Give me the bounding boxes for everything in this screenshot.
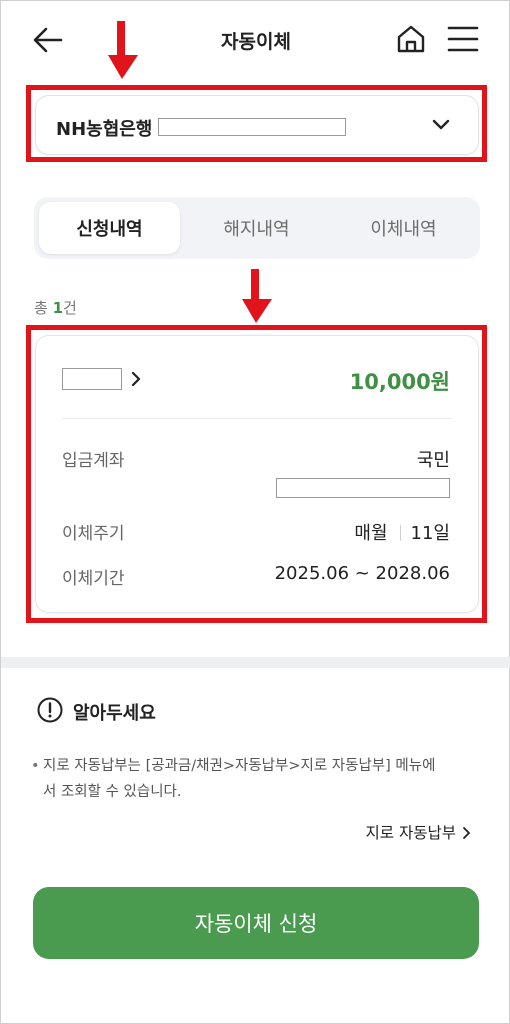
home-icon[interactable]: [395, 23, 427, 55]
notice-text-line2: 서 조회할 수 있습니다.: [43, 784, 182, 800]
deposit-bank-value: 국민: [416, 450, 450, 471]
app-header: 자동이체: [1, 1, 510, 81]
tab-cancellations[interactable]: 해지내역: [186, 202, 327, 254]
transfer-card[interactable]: 10,000원 입금계좌 국민 이체주기 매월 11일 이체기간 2025.06 …: [35, 335, 479, 613]
notice-text: • 지로 자동납부는 [공과금/채권>자동납부>지로 자동납부] 메뉴에 서 조…: [31, 753, 485, 805]
red-arrow-indicator: [108, 21, 138, 79]
total-count-number: 1: [52, 299, 64, 317]
transfer-cycle-label: 이체주기: [62, 524, 125, 544]
transfer-cycle-period: 매월: [354, 523, 388, 544]
chevron-right-icon[interactable]: [130, 371, 142, 387]
transfer-period-value: 2025.06 ~ 2028.06: [274, 563, 450, 584]
tab-applications[interactable]: 신청내역: [39, 202, 180, 254]
transfer-cycle-value: 매월 11일: [354, 519, 450, 545]
deposit-account-redacted: [276, 478, 450, 498]
deposit-account-label: 입금계좌: [62, 451, 125, 471]
notice-title: 알아두세요: [73, 703, 156, 724]
transfer-name-redacted: [62, 368, 122, 390]
tab-transfers[interactable]: 이체내역: [333, 202, 474, 254]
history-tabs: 신청내역 해지내역 이체내역: [34, 197, 480, 259]
account-select[interactable]: NH농협은행: [35, 95, 479, 155]
bullet-dot: •: [31, 758, 40, 774]
total-count: 총 1건: [34, 297, 77, 318]
account-bank-name: NH농협은행: [56, 119, 153, 140]
apply-auto-transfer-button[interactable]: 자동이체 신청: [33, 887, 479, 959]
auto-transfer-screen: 자동이체 NH농협은행 신청내역 해지내역 이체내역 총 1건 10,000원 …: [0, 0, 510, 1024]
total-count-suffix: 건: [63, 299, 77, 317]
total-count-prefix: 총: [34, 299, 53, 317]
exclamation-circle-icon: [37, 697, 63, 723]
account-number-redacted: [158, 118, 346, 136]
transfer-period-label: 이체기간: [62, 569, 125, 589]
hamburger-menu-icon[interactable]: [447, 25, 479, 53]
red-arrow-indicator: [242, 269, 272, 323]
section-divider: [1, 657, 510, 668]
page-title: 자동이체: [221, 31, 291, 53]
transfer-cycle-day: 11일: [410, 523, 450, 544]
giro-link-label: 지로 자동납부: [365, 824, 457, 842]
cycle-separator: [399, 525, 401, 541]
transfer-amount: 10,000원: [349, 370, 450, 394]
card-divider: [62, 418, 452, 419]
giro-auto-payment-link[interactable]: 지로 자동납부: [366, 821, 472, 843]
chevron-down-icon: [432, 119, 450, 130]
chevron-right-icon: [463, 827, 470, 839]
notice-text-line1: 지로 자동납부는 [공과금/채권>자동납부>지로 자동납부] 메뉴에: [43, 758, 436, 774]
